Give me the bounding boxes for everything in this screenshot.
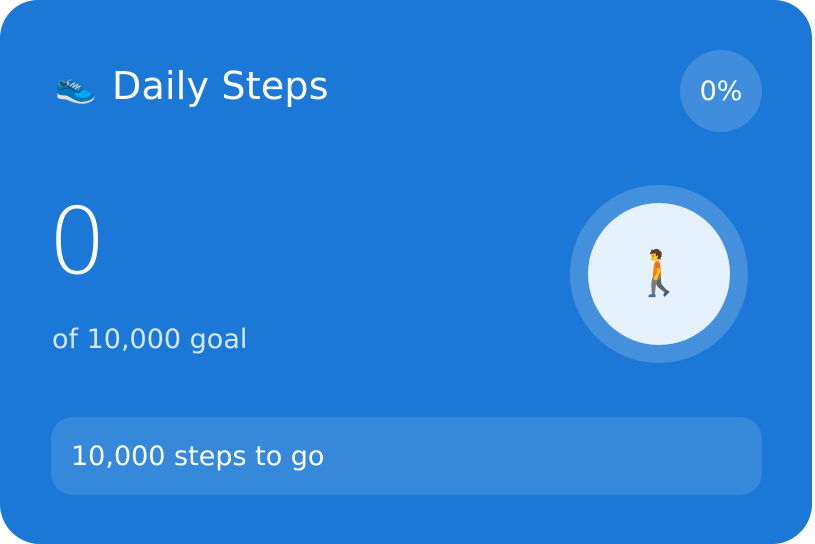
step-goal-label: of 10,000 goal — [52, 324, 248, 355]
step-count: 0 — [48, 188, 107, 295]
daily-steps-card: 👟 Daily Steps 0% 0 of 10,000 goal 🚶 10,0… — [0, 0, 812, 544]
card-header: 👟 Daily Steps — [52, 62, 329, 110]
steps-remaining-bar: 10,000 steps to go — [51, 417, 762, 495]
person-walking-icon: 🚶 — [631, 248, 687, 299]
card-title: Daily Steps — [112, 64, 329, 108]
progress-percent-badge: 0% — [680, 50, 762, 132]
shoe-icon: 👟 — [54, 66, 98, 106]
progress-ring-center: 🚶 — [588, 203, 730, 345]
progress-ring: 🚶 — [570, 185, 748, 363]
steps-remaining-label: 10,000 steps to go — [71, 440, 325, 472]
